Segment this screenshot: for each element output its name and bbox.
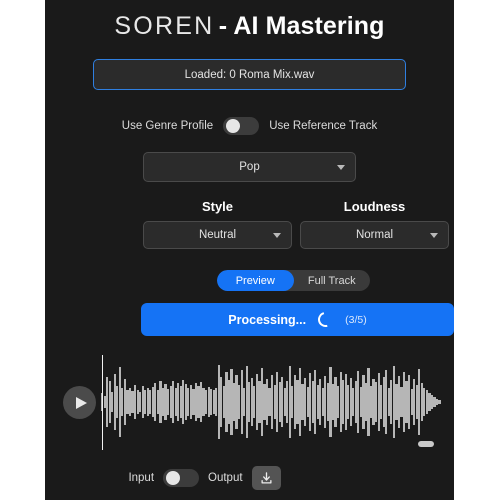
source-toggle-row: Use Genre Profile Use Reference Track — [45, 117, 454, 135]
tab-full-track[interactable]: Full Track — [294, 270, 371, 291]
output-label: Output — [208, 472, 243, 484]
use-reference-track-label: Use Reference Track — [269, 120, 378, 132]
switch-knob — [165, 471, 180, 485]
loudness-select-value: Normal — [355, 229, 394, 241]
input-label: Input — [128, 472, 155, 484]
style-select[interactable]: Neutral — [143, 221, 292, 249]
waveform-playhead[interactable] — [102, 355, 104, 450]
loading-spinner-icon — [315, 309, 336, 330]
resize-handle[interactable] — [418, 441, 434, 447]
download-button[interactable] — [251, 466, 281, 490]
process-step-count: (3/5) — [345, 313, 367, 326]
app-title-suffix: - AI Mastering — [218, 12, 385, 40]
waveform-bar — [438, 399, 441, 405]
genre-select-value: Pop — [239, 161, 260, 173]
loudness-select[interactable]: Normal — [300, 221, 449, 249]
loaded-file-banner[interactable]: Loaded: 0 Roma Mix.wav — [93, 59, 406, 90]
switch-knob — [225, 119, 240, 133]
tab-preview[interactable]: Preview — [217, 270, 294, 291]
chevron-down-icon — [337, 165, 345, 170]
render-mode-segmented-control[interactable]: Preview Full Track — [217, 270, 370, 291]
waveform-display[interactable] — [101, 354, 441, 450]
genre-select[interactable]: Pop — [143, 152, 356, 182]
use-genre-profile-label: Use Genre Profile — [121, 120, 214, 132]
process-button[interactable]: Processing... (3/5) — [141, 303, 454, 336]
style-label: Style — [201, 199, 234, 214]
chevron-down-icon — [273, 233, 281, 238]
play-button[interactable] — [63, 386, 96, 419]
page-title: SOREN - AI Mastering — [45, 12, 454, 41]
loaded-file-label: Loaded: 0 Roma Mix.wav — [184, 68, 315, 81]
download-icon — [261, 471, 272, 484]
source-mode-switch[interactable] — [223, 117, 260, 135]
app-brand-name: SOREN — [114, 12, 215, 40]
waveform-panel — [45, 348, 454, 456]
style-select-value: Neutral — [198, 229, 237, 241]
bottom-bar: Input Output — [0, 466, 409, 490]
play-icon — [75, 396, 87, 409]
process-button-label: Processing... — [228, 312, 307, 327]
chevron-down-icon — [430, 233, 438, 238]
input-output-switch[interactable] — [163, 469, 200, 487]
loudness-label: Loudness — [343, 199, 406, 214]
